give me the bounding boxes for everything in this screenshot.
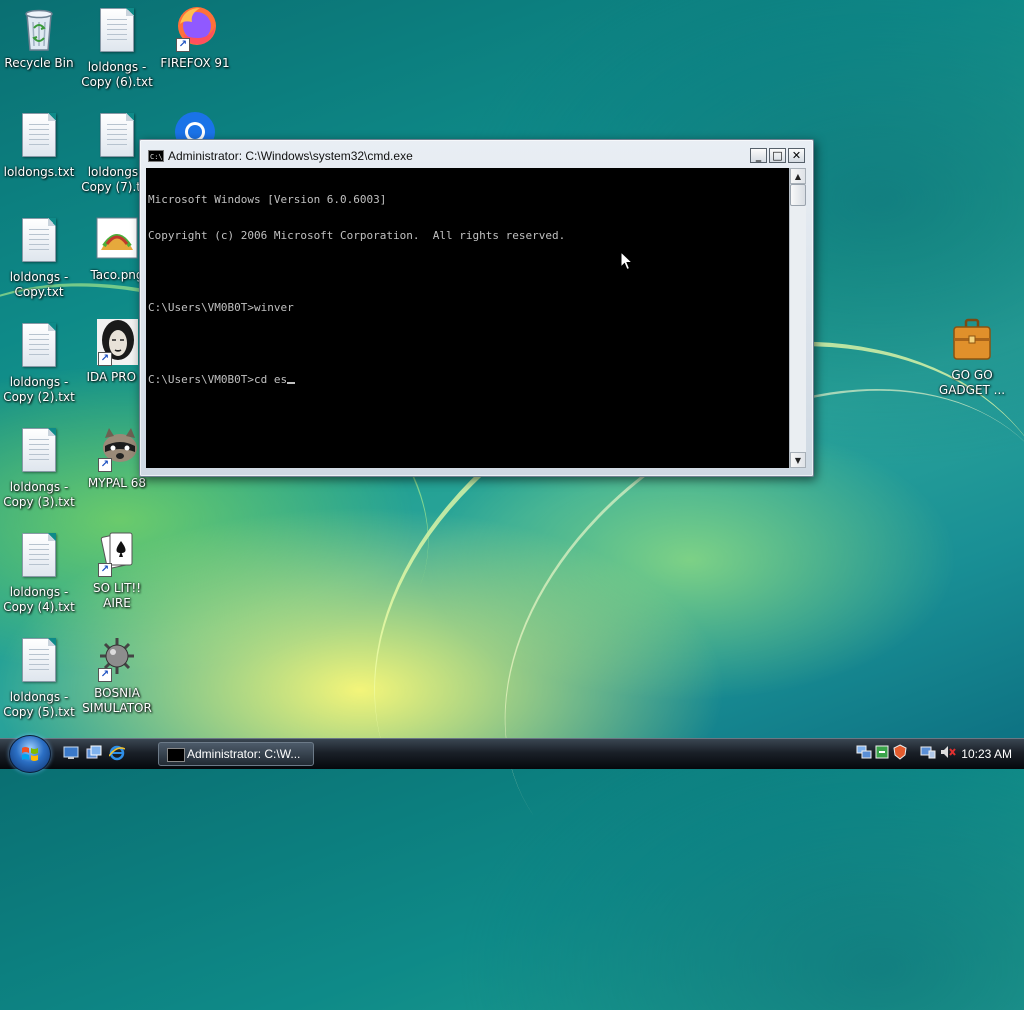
playing-cards-icon: ↗ <box>96 529 138 577</box>
system-clock[interactable]: 10:23 AM <box>961 739 1012 769</box>
minimize-button[interactable]: _ <box>750 148 767 163</box>
shortcut-arrow-icon: ↗ <box>98 352 112 366</box>
desktop-icon-bosnia-simulator[interactable]: ↗ BOSNIA SIMULATOR <box>78 634 156 716</box>
console-line: C:\Users\VM0B0T>winver <box>148 301 294 314</box>
vertical-scrollbar[interactable]: ▲ ▼ <box>789 168 806 468</box>
icon-label: GO GO GADGET ... <box>938 368 1006 397</box>
icon-label: loldongs - Copy (3).txt <box>3 480 75 509</box>
spiked-mine-icon: ↗ <box>96 634 138 682</box>
text-file-icon <box>18 533 60 581</box>
shortcut-arrow-icon: ↗ <box>98 668 112 682</box>
text-file-icon <box>18 323 60 371</box>
text-cursor <box>287 382 296 384</box>
cmd-window[interactable]: C:\ Administrator: C:\Windows\system32\c… <box>139 139 814 477</box>
taskbar-button-cmd[interactable]: Administrator: C:\W... <box>158 742 314 766</box>
volume-muted-icon[interactable] <box>940 744 956 760</box>
desktop-icon-loldongs-copy-4[interactable]: loldongs - Copy (4).txt <box>0 531 78 615</box>
briefcase-icon <box>951 316 993 364</box>
desktop-icon-loldongs-copy-3[interactable]: loldongs - Copy (3).txt <box>0 426 78 510</box>
console-prompt-line[interactable]: C:\Users\VM0B0T>cd es <box>148 374 787 386</box>
shortcut-arrow-icon: ↗ <box>98 563 112 577</box>
recycle-bin-icon <box>18 4 60 52</box>
windows-flag-icon <box>22 747 38 761</box>
taskbar-button-label: Administrator: C:\W... <box>187 747 301 761</box>
cmd-titlebar[interactable]: C:\ Administrator: C:\Windows\system32\c… <box>145 146 807 166</box>
cmd-app-icon[interactable]: C:\ <box>148 150 164 162</box>
tray-security-icon[interactable] <box>892 744 908 760</box>
console-line: Copyright (c) 2006 Microsoft Corporation… <box>148 229 566 242</box>
cmd-taskbar-icon <box>167 748 185 762</box>
desktop-icon-loldongs-copy-2[interactable]: loldongs - Copy (2).txt <box>0 321 78 405</box>
desktop-icon-loldongs-copy[interactable]: loldongs - Copy.txt <box>0 216 78 300</box>
icon-label: loldongs - Copy (2).txt <box>3 375 75 404</box>
text-file-icon <box>18 638 60 686</box>
mouse-pointer-icon <box>620 251 634 271</box>
icon-label: loldongs - Copy (4).txt <box>3 585 75 614</box>
start-button[interactable] <box>9 735 51 773</box>
shortcut-arrow-icon: ↗ <box>98 458 112 472</box>
taskbar: Administrator: C:\W... 10:23 AM <box>0 735 1024 773</box>
icon-label: loldongs.txt <box>3 165 75 179</box>
console-line: Microsoft Windows [Version 6.0.6003] <box>148 193 387 206</box>
desktop-icon-recycle-bin[interactable]: Recycle Bin <box>0 4 78 71</box>
shortcut-arrow-icon: ↗ <box>176 38 190 52</box>
desktop-icon-firefox[interactable]: ↗ FIREFOX 91 <box>156 4 234 71</box>
close-button[interactable]: ✕ <box>788 148 805 163</box>
text-file-icon <box>96 113 138 161</box>
icon-label: loldongs - Copy.txt <box>9 270 69 299</box>
scroll-up-button[interactable]: ▲ <box>790 168 806 184</box>
raccoon-icon: ↗ <box>96 424 138 472</box>
icon-label: BOSNIA SIMULATOR <box>82 686 152 715</box>
firefox-icon: ↗ <box>174 4 216 52</box>
internet-explorer-icon[interactable] <box>109 745 125 761</box>
scroll-thumb[interactable] <box>790 184 806 206</box>
switch-windows-icon[interactable] <box>86 745 102 761</box>
text-file-icon <box>18 428 60 476</box>
ida-pro-icon: ↗ <box>96 318 139 366</box>
text-file-icon <box>96 8 138 56</box>
text-file-icon <box>18 113 60 161</box>
text-file-icon <box>18 218 60 266</box>
maximize-button[interactable]: □ <box>769 148 786 163</box>
tray-network-icon[interactable] <box>856 744 872 760</box>
tray-sync-icon[interactable] <box>874 744 890 760</box>
taco-image-icon <box>96 216 138 264</box>
icon-label: MYPAL 68 <box>87 476 147 490</box>
icon-label: FIREFOX 91 <box>160 56 230 70</box>
console-input[interactable]: C:\Users\VM0B0T>cd es <box>148 373 287 386</box>
desktop-icon-loldongs[interactable]: loldongs.txt <box>0 111 78 180</box>
desktop-icon-loldongs-copy-6[interactable]: loldongs - Copy (6).txt <box>78 6 156 90</box>
icon-label: loldongs - Copy (6).txt <box>81 60 153 89</box>
tray-display-icon[interactable] <box>920 744 936 760</box>
console-output[interactable]: Microsoft Windows [Version 6.0.6003] Cop… <box>146 168 789 468</box>
show-desktop-icon[interactable] <box>63 745 79 761</box>
icon-label: Recycle Bin <box>4 56 74 70</box>
scroll-down-button[interactable]: ▼ <box>790 452 806 468</box>
window-title: Administrator: C:\Windows\system32\cmd.e… <box>168 149 413 163</box>
desktop-icon-loldongs-copy-5[interactable]: loldongs - Copy (5).txt <box>0 636 78 720</box>
icon-label: loldongs - Copy (5).txt <box>3 690 75 719</box>
desktop-icon-solitaire[interactable]: ↗ SO LIT!! AIRE <box>78 529 156 611</box>
desktop-icon-go-go-gadget[interactable]: GO GO GADGET ... <box>933 316 1011 398</box>
icon-label: SO LIT!! AIRE <box>92 581 142 610</box>
